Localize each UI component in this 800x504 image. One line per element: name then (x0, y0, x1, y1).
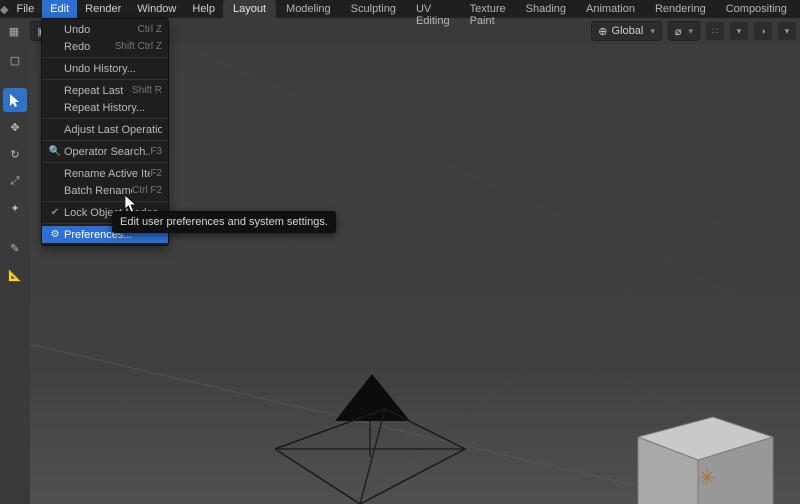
menu-separator (42, 57, 168, 58)
top-menubar: ◆ File Edit Render Window Help Layout Mo… (0, 0, 800, 18)
menu-item-undo[interactable]: UndoCtrl Z (42, 21, 168, 38)
workspace-tab-uvediting[interactable]: UV Editing (406, 0, 460, 18)
workspace-tab-layout[interactable]: Layout (223, 0, 276, 18)
menu-separator (42, 118, 168, 119)
menu-item-label: Adjust Last Operation... (62, 124, 162, 136)
header-button-1[interactable]: ∷ (706, 22, 724, 40)
menu-item-label: Batch Rename... (62, 185, 132, 197)
check-icon: ✔ (48, 207, 62, 218)
menu-item-shortcut: Ctrl Z (138, 24, 162, 35)
menu-item-adjust-last-operation[interactable]: Adjust Last Operation... (42, 121, 168, 138)
header-button-3[interactable]: ◑ (754, 22, 772, 40)
snap-selector[interactable]: ⌀ (668, 21, 700, 41)
menu-separator (42, 201, 168, 202)
workspace-tab-modeling[interactable]: Modeling (276, 0, 341, 18)
editor-type-icon[interactable]: ▦ (4, 21, 24, 41)
orientation-label: Global (612, 25, 644, 37)
menu-item-shortcut: Shift Ctrl Z (115, 41, 162, 52)
workspace-tab-compositing[interactable]: Compositing (716, 0, 797, 18)
orientation-selector[interactable]: ⊕ Global (591, 21, 662, 41)
menu-item-operator-search[interactable]: 🔍Operator Search...F3 (42, 143, 168, 160)
menu-item-shortcut: F3 (150, 146, 162, 157)
menu-item-label: Undo (62, 24, 138, 36)
menu-edit[interactable]: Edit (42, 0, 77, 18)
tool-scale[interactable]: ⤢ (3, 169, 27, 193)
gear-icon: ⚙ (48, 229, 62, 240)
workspace-tab-animation[interactable]: Animation (576, 0, 645, 18)
menu-item-label: Repeat History... (62, 102, 162, 114)
header-button-2[interactable]: ▾ (730, 22, 748, 40)
menu-item-repeat-history[interactable]: Repeat History... (42, 99, 168, 116)
menu-item-label: Undo History... (62, 63, 162, 75)
menu-help[interactable]: Help (184, 0, 223, 18)
menu-item-shortcut: Shift R (132, 85, 162, 96)
tool-measure[interactable]: 📐 (3, 263, 27, 287)
tool-rotate[interactable]: ↻ (3, 142, 27, 166)
mouse-cursor-icon (125, 195, 137, 213)
menu-window[interactable]: Window (129, 0, 184, 18)
menu-render[interactable]: Render (77, 0, 129, 18)
menu-item-label: Repeat Last (62, 85, 132, 97)
menu-file[interactable]: File (8, 0, 42, 18)
tool-cursor[interactable] (3, 88, 27, 112)
tool-tweak[interactable]: ▢ (3, 48, 27, 72)
workspace-tab-shading[interactable]: Shading (516, 0, 576, 18)
tool-transform[interactable]: ✦ (3, 196, 27, 220)
globe-icon: ⊕ (598, 25, 607, 38)
tool-move[interactable]: ✥ (3, 115, 27, 139)
workspace-tab-texturepaint[interactable]: Texture Paint (460, 0, 516, 18)
tool-annotate[interactable]: ✎ (3, 236, 27, 260)
app-logo-icon: ◆ (0, 0, 8, 18)
search-icon: 🔍 (48, 146, 62, 157)
header-button-4[interactable]: ▾ (778, 22, 796, 40)
menu-separator (42, 140, 168, 141)
menu-item-shortcut: F2 (150, 168, 162, 179)
menu-separator (42, 162, 168, 163)
workspace-tab-sculpting[interactable]: Sculpting (341, 0, 406, 18)
menu-separator (42, 79, 168, 80)
menu-item-batch-rename[interactable]: Batch Rename...Ctrl F2 (42, 182, 168, 199)
menu-item-rename-active-item[interactable]: Rename Active Item...F2 (42, 165, 168, 182)
menu-item-label: Rename Active Item... (62, 168, 150, 180)
camera-object[interactable] (265, 369, 495, 504)
workspace-tab-rendering[interactable]: Rendering (645, 0, 716, 18)
cube-object[interactable] (618, 382, 783, 504)
menu-item-redo[interactable]: RedoShift Ctrl Z (42, 38, 168, 55)
menu-item-label: Operator Search... (62, 146, 150, 158)
menu-item-repeat-last[interactable]: Repeat LastShift R (42, 82, 168, 99)
menu-item-undo-history[interactable]: Undo History... (42, 60, 168, 77)
preferences-tooltip: Edit user preferences and system setting… (112, 211, 336, 233)
left-toolbar: ▢ ✥ ↻ ⤢ ✦ ✎ 📐 (0, 44, 30, 504)
menu-item-label: Redo (62, 41, 115, 53)
magnet-icon: ⌀ (675, 25, 682, 38)
